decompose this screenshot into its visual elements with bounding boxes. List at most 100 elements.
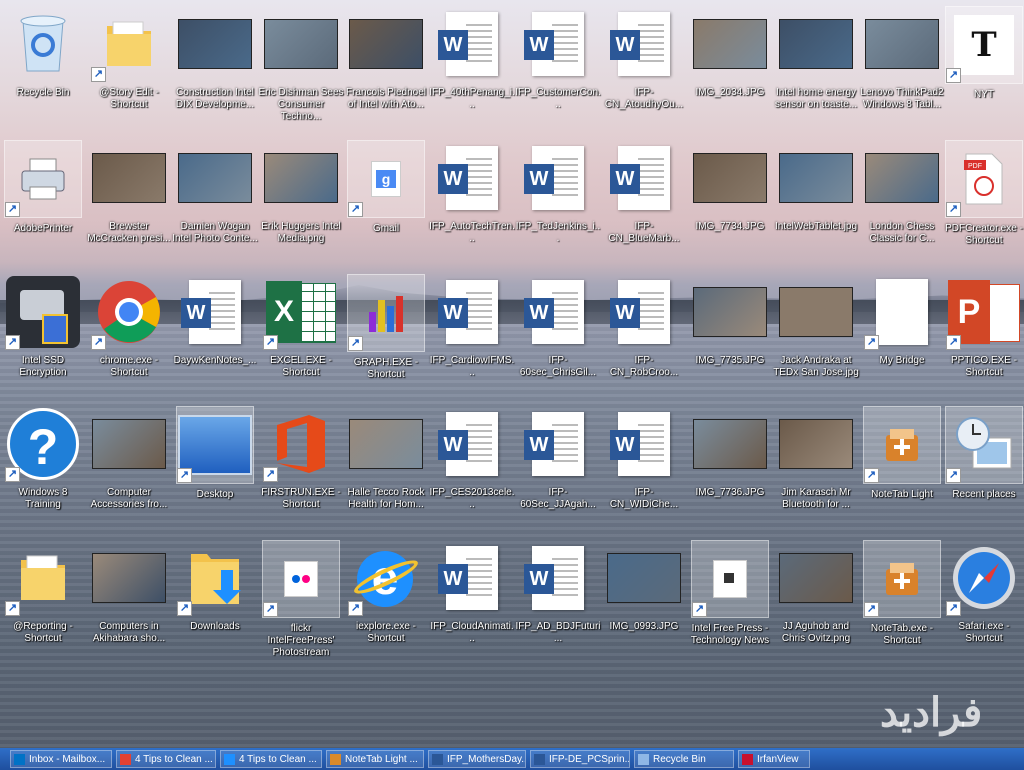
taskbar-app-icon (742, 754, 753, 765)
taskbar-button[interactable]: 4 Tips to Clean ... (220, 750, 322, 768)
desktop-icon-photo[interactable]: Lenovo ThinkPad2 Windows 8 Tabl... (859, 6, 945, 111)
desktop-icon-label: IFP-60sec_ChrisGil... (519, 355, 597, 378)
desktop-icon-word[interactable]: W IFP-60sec_ChrisGil... (515, 274, 601, 379)
desktop-icon-word[interactable]: W IFP_AD_BDJFuturi... (515, 540, 601, 645)
desktop-icon-desktop[interactable]: ↗ Desktop (172, 406, 258, 501)
desktop-icon-word[interactable]: W IFP-CN_WIDiChe... (601, 406, 687, 511)
desktop-icon-notetab[interactable]: ↗ NoteTab.exe - Shortcut (859, 540, 945, 647)
desktop-icon-photo[interactable]: Damien Wogan Intel Photo Conte... (172, 140, 258, 245)
pdf-icon: PDF ↗ (945, 140, 1023, 218)
taskbar-button[interactable]: IFP_MothersDay... (428, 750, 526, 768)
desktop-icon-nyt[interactable]: T ↗ NYT (941, 6, 1024, 101)
desktop-icon-excel[interactable]: X ↗ EXCEL.EXE - Shortcut (258, 274, 344, 379)
desktop-icon-ppt[interactable]: P ↗ PPTICO.EXE - Shortcut (941, 274, 1024, 379)
shortcut-arrow-icon: ↗ (177, 601, 192, 616)
desktop-icon-photo[interactable]: Computer Accessories fro... (86, 406, 172, 511)
desktop-icon-chrome[interactable]: ↗ chrome.exe - Shortcut (86, 274, 172, 379)
desktop-icon-photo[interactable]: IMG_0993.JPG (601, 540, 687, 633)
desktop-icon-label: IFP_AD_BDJFuturi... (515, 621, 601, 644)
desktop-icon-page[interactable]: ↗ Intel Free Press - Technology News (687, 540, 773, 647)
desktop-icon-blank[interactable]: ↗ My Bridge (859, 274, 945, 367)
taskbar-button[interactable]: IFP-DE_PCSprin... (530, 750, 630, 768)
desktop-icon-notetab[interactable]: ↗ NoteTab Light (859, 406, 945, 501)
desktop-icon-label: DaywKenNotes_... (173, 355, 257, 366)
desktop-icon-photo[interactable]: Jim Karasch Mr Bluetooth for ... (773, 406, 859, 511)
watermark-logo: فرادید (880, 691, 983, 735)
taskbar-app-icon (120, 754, 131, 765)
desktop-icon-label: NoteTab.exe - Shortcut (870, 623, 934, 646)
word-icon: W (434, 406, 510, 482)
desktop-icon-photo[interactable]: Halle Tecco Rock Health for Hom... (343, 406, 429, 511)
desktop-icon-label: AdobePrinter (13, 223, 73, 234)
desktop-icon-word[interactable]: W IFP-CN_RobCroo... (601, 274, 687, 379)
desktop-icon-label: Lenovo ThinkPad2 Windows 8 Tabl... (860, 87, 944, 110)
desktop-icon-photo[interactable]: IMG_7736.JPG (687, 406, 773, 499)
word-icon: W (434, 274, 510, 350)
photo-icon (91, 140, 167, 216)
desktop-icon-photo[interactable]: Intel home energy sensor on toaste... (773, 6, 859, 111)
desktop-icon-graph[interactable]: ↗ GRAPH.EXE - Shortcut (343, 274, 429, 381)
desktop-icon-gmail[interactable]: g ↗ Gmail (343, 140, 429, 235)
word-icon: W (520, 140, 596, 216)
desktop-icon-word[interactable]: W IFP_CustomerCon... (515, 6, 601, 111)
desktop-icon-label: Brewster McCracken presi... (87, 221, 171, 244)
word-icon: W (520, 540, 596, 616)
desktop-icon-label: PPTICO.EXE - Shortcut (950, 355, 1018, 378)
desktop-icon-folder[interactable]: ↗ @Reporting - Shortcut (0, 540, 86, 645)
desktop-icon-photo[interactable]: Francois Piednoel of Intel with Ato... (343, 6, 429, 111)
taskbar-button[interactable]: Inbox - Mailbox... (10, 750, 112, 768)
desktop-icon-word[interactable]: W IFP-60Sec_JJAgah... (515, 406, 601, 511)
desktop-icon-photo[interactable]: London Chess Classic for C... (859, 140, 945, 245)
word-icon: W (606, 406, 682, 482)
desktop-icon-photo[interactable]: Erik Huggers Intel Media.png (258, 140, 344, 245)
desktop-icon-photo[interactable]: IntelWebTablet.jpg (773, 140, 859, 233)
notetab-icon: ↗ (863, 540, 941, 618)
shortcut-arrow-icon: ↗ (5, 467, 20, 482)
desktop-icon-word[interactable]: W IFP_CloudAnimati... (429, 540, 515, 645)
desktop-icon-label: Intel SSD Encryption (19, 355, 67, 378)
taskbar-button[interactable]: IrfanView (738, 750, 810, 768)
desktop-icon-word[interactable]: W IFP_AutoTechTren... (429, 140, 515, 245)
desktop-icon-word[interactable]: W IFP_TedJenkins_i... (515, 140, 601, 245)
desktop-icon-ssd[interactable]: ↗ Intel SSD Encryption (0, 274, 86, 379)
photo-icon (692, 6, 768, 82)
desktop-icon-ie[interactable]: e ↗ iexplore.exe - Shortcut (343, 540, 429, 645)
photo-icon (177, 6, 253, 82)
desktop-icon-help[interactable]: ? ↗ Windows 8 Training (0, 406, 86, 511)
desktop-icon-safari[interactable]: ↗ Safari.exe - Shortcut (941, 540, 1024, 645)
desktop-icon-photo[interactable]: Brewster McCracken presi... (86, 140, 172, 245)
desktop-icon-printer[interactable]: ↗ AdobePrinter (0, 140, 86, 235)
desktop-icon-word[interactable]: W IFP-CN_AtoudhyOu... (601, 6, 687, 111)
shortcut-arrow-icon: ↗ (864, 468, 879, 483)
taskbar-button[interactable]: Recycle Bin (634, 750, 734, 768)
photo-icon (692, 140, 768, 216)
shortcut-arrow-icon: ↗ (348, 601, 363, 616)
svg-text:PDF: PDF (968, 163, 982, 170)
desktop-icon-downloads[interactable]: ↗ Downloads (172, 540, 258, 633)
desktop-icon-word[interactable]: W IFP_40thPenang_i... (429, 6, 515, 111)
desktop-icon-word[interactable]: W IFP_CardiowIFMS... (429, 274, 515, 379)
desktop-icon-pdf[interactable]: PDF ↗ PDFCreator.exe - Shortcut (941, 140, 1024, 247)
desktop-icon-photo[interactable]: IMG_7734.JPG (687, 140, 773, 233)
desktop-icon-label: London Chess Classic for C... (869, 221, 935, 244)
desktop-icon-office[interactable]: ↗ FIRSTRUN.EXE - Shortcut (258, 406, 344, 511)
desktop-icon-word[interactable]: W IFP_CES2013cele... (429, 406, 515, 511)
desktop-icon-flickr[interactable]: ↗ flickr IntelFreePress' Photostream (258, 540, 344, 659)
desktop-icon-recent[interactable]: ↗ Recent places (941, 406, 1024, 501)
desktop-icon-photo[interactable]: JJ Aguhob and Chris Ovitz.png (773, 540, 859, 645)
desktop-icon-photo[interactable]: Eric Dishman Sees Consumer Techno... (258, 6, 344, 123)
taskbar-button[interactable]: 4 Tips to Clean ... (116, 750, 216, 768)
taskbar-button[interactable]: NoteTab Light ... (326, 750, 424, 768)
desktop-icon-recycle[interactable]: Recycle Bin (0, 6, 86, 99)
word-icon: W (520, 406, 596, 482)
desktop-icon-word[interactable]: W DaywKenNotes_... (172, 274, 258, 367)
desktop-icon-photo[interactable]: Construction Intel DIX Developme... (172, 6, 258, 111)
desktop-icon-photo[interactable]: Jack Andraka at TEDx San Jose.jpg (773, 274, 859, 379)
desktop-icon-photo[interactable]: IMG_7735.JPG (687, 274, 773, 367)
desktop-icon-word[interactable]: W IFP-CN_BlueMarb... (601, 140, 687, 245)
desktop-icon-photo[interactable]: IMG_2034.JPG (687, 6, 773, 99)
desktop-icon-photo[interactable]: Computers in Akihabara sho... (86, 540, 172, 645)
desktop-icon-folder[interactable]: ↗ @Story Edit - Shortcut (86, 6, 172, 111)
page-icon: ↗ (691, 540, 769, 618)
desktop-icon-label: Computer Accessories fro... (90, 487, 168, 510)
